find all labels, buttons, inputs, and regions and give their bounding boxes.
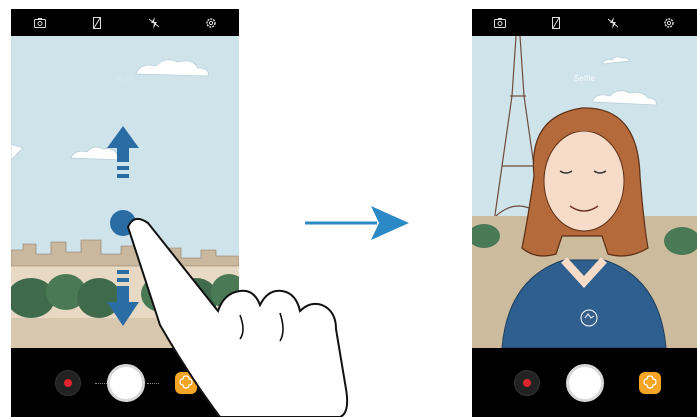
switch-camera-icon[interactable]: [491, 14, 509, 32]
viewfinder-selfie[interactable]: Selfie: [472, 36, 697, 348]
mode-label-selfie: Selfie: [573, 74, 596, 83]
bixby-vision-icon: [643, 375, 657, 389]
camera-screen-selfie: Selfie: [472, 9, 697, 417]
flash-off-icon[interactable]: [145, 14, 163, 32]
beauty-effect-icon: [580, 309, 598, 327]
mode-label-auto: Auto: [116, 74, 134, 83]
flash-off-icon[interactable]: [604, 14, 622, 32]
settings-icon[interactable]: [202, 14, 220, 32]
record-video-button[interactable]: [514, 370, 540, 396]
settings-icon[interactable]: [660, 14, 678, 32]
bixby-vision-button[interactable]: [639, 372, 661, 394]
switch-camera-icon[interactable]: [31, 14, 49, 32]
record-video-button[interactable]: [55, 370, 81, 396]
camera-top-toolbar: [11, 9, 239, 36]
camera-top-toolbar: [472, 9, 697, 36]
shutter-button[interactable]: [566, 364, 604, 402]
transition-arrow-icon: [305, 206, 409, 240]
camera-bottom-bar: [472, 348, 697, 417]
person-face: [543, 130, 625, 232]
aspect-ratio-icon[interactable]: [88, 14, 106, 32]
aspect-ratio-icon[interactable]: [547, 14, 565, 32]
